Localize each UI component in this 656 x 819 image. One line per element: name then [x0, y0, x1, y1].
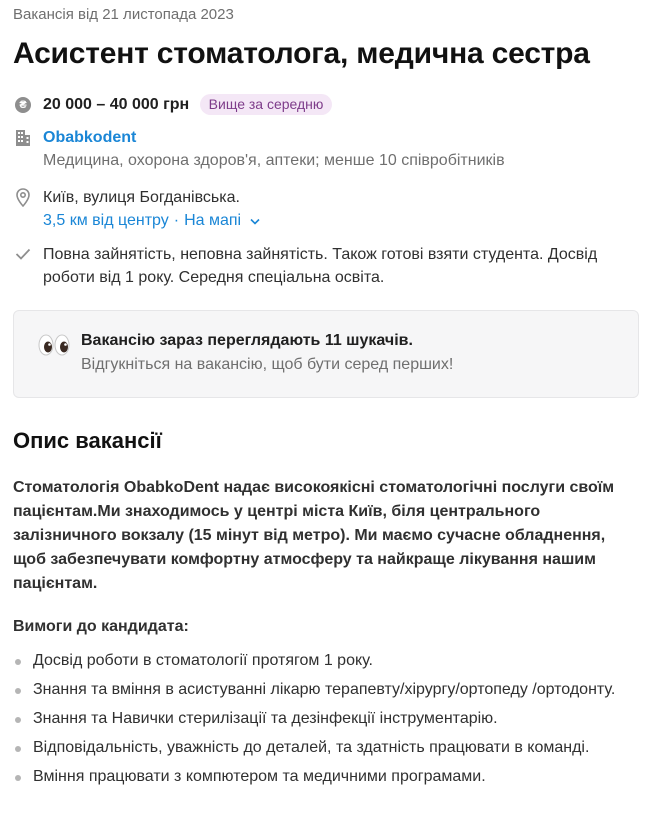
- salary-amount: 20 000 – 40 000 грн: [43, 96, 190, 113]
- list-item: Відповідальність, уважність до деталей, …: [13, 736, 643, 760]
- description-lead: Стоматологія ObabkoDent надає високоякіс…: [13, 479, 615, 592]
- hryvnia-coin-icon: ₴: [13, 95, 33, 115]
- map-link[interactable]: На мапі: [184, 209, 260, 232]
- bullet: [15, 659, 21, 665]
- eyes-icon: [38, 333, 70, 357]
- checkmark-icon: [13, 244, 33, 264]
- separator-dot: ·: [173, 212, 180, 229]
- bullet: [15, 717, 21, 723]
- company-name-link[interactable]: Obabkodent: [43, 129, 136, 146]
- bullet: [15, 775, 21, 781]
- chevron-down-icon: [249, 209, 260, 232]
- description-heading: Опис вакансії: [13, 428, 162, 453]
- posted-date: Вакансія від 21 листопада 2023: [13, 6, 234, 23]
- employment-terms: Повна зайнятість, неповна зайнятість. Та…: [43, 246, 598, 286]
- notice-subtitle: Відгукніться на вакансію, щоб бути серед…: [81, 356, 454, 373]
- list-item: Вміння працювати з компютером та медични…: [13, 765, 643, 789]
- vacancy-title: Асистент стоматолога, медична сестра: [13, 37, 590, 70]
- notice-title: Вакансію зараз переглядають 11 шукачів.: [81, 332, 413, 349]
- company-description: Медицина, охорона здоров'я, аптеки; менш…: [43, 152, 505, 169]
- requirements-heading: Вимоги до кандидата:: [13, 618, 189, 635]
- distance-link[interactable]: 3,5 км від центру: [43, 212, 169, 229]
- address: Київ, вулиця Богданівська.: [43, 189, 240, 206]
- list-item: Знання та Навички стерилізації та дезінф…: [13, 707, 643, 731]
- building-icon: [13, 128, 33, 148]
- list-item: Знання та вміння в асистуванні лікарю те…: [13, 678, 643, 702]
- list-item: Досвід роботи в стоматології протягом 1 …: [13, 649, 643, 673]
- bullet: [15, 688, 21, 694]
- salary-badge: Вище за середню: [199, 94, 333, 115]
- bullet: [15, 746, 21, 752]
- map-pin-icon: [13, 187, 33, 207]
- viewers-notice: Вакансію зараз переглядають 11 шукачів. …: [13, 310, 639, 398]
- requirements-list: Досвід роботи в стоматології протягом 1 …: [13, 649, 643, 794]
